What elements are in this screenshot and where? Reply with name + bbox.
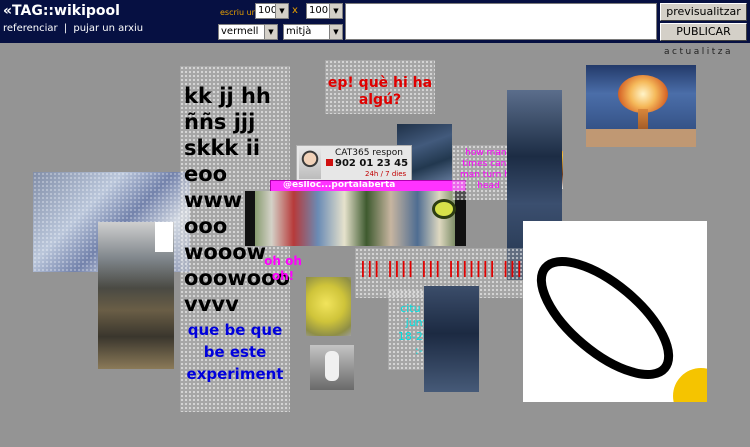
blue-words-line: experiment <box>186 365 284 383</box>
big-words-line: vvvv <box>184 292 239 316</box>
preview-button[interactable]: previsualitzar <box>660 3 747 21</box>
chevron-down-icon: ▼ <box>329 4 342 18</box>
chevron-down-icon: ▼ <box>264 25 277 39</box>
explosion-photo[interactable] <box>586 65 696 147</box>
ellipse-drawing[interactable] <box>523 221 707 402</box>
big-words-line: skkk ii <box>184 136 261 160</box>
magenta-oh-line-1: oh oh <box>264 254 302 268</box>
figure-shape <box>325 351 339 381</box>
ad-phone: 902 01 23 45 <box>335 158 409 169</box>
chevron-down-icon: ▼ <box>329 25 342 39</box>
blue-words-text: que be que be este experiment <box>180 319 290 385</box>
crowd-photo[interactable] <box>245 191 466 246</box>
magenta-oh-line-2: oh! <box>271 269 295 283</box>
film-edge <box>245 191 255 246</box>
red-text-line-1: ep! què hi ha <box>327 75 433 91</box>
photo-highlight <box>155 222 173 252</box>
explosion-ground <box>586 129 696 147</box>
ellipse-drawing-svg <box>536 257 707 402</box>
top-toolbar: «TAG::wikipool referenciar | pujar un ar… <box>0 0 750 43</box>
yellow-object-photo[interactable] <box>306 277 351 336</box>
dimension-x-label: x <box>292 5 298 16</box>
site-logo[interactable]: «TAG::wikipool <box>3 3 120 19</box>
publish-button[interactable]: PUBLICAR <box>660 23 747 41</box>
big-words-line: ññs jjj <box>184 110 256 134</box>
height-select-value: 100 <box>309 5 329 16</box>
red-text-post[interactable]: ep! què hi ha algú? <box>325 60 435 114</box>
nav-link-pujar-arxiu[interactable]: pujar un arxiu <box>73 23 143 34</box>
dark-photo-tile[interactable] <box>424 286 479 392</box>
color-select-value: vermell <box>221 26 259 37</box>
size-select-value: mitjà <box>286 26 312 37</box>
magenta-oh-post[interactable]: oh oh oh! <box>258 254 308 288</box>
height-select[interactable]: 100 ▼ <box>306 3 343 19</box>
size-select[interactable]: mitjà ▼ <box>283 24 343 40</box>
update-link[interactable]: actualitza <box>664 47 733 57</box>
operator-avatar <box>299 148 321 179</box>
blue-words-line: que be que <box>187 321 283 339</box>
text-input-area[interactable] <box>345 3 657 40</box>
chevron-down-icon: ▼ <box>275 4 288 18</box>
red-text-line-2: algú? <box>358 92 402 108</box>
blue-words-line: be este <box>203 343 267 361</box>
ad-hours: 24h / 7 dies <box>365 170 407 178</box>
color-select[interactable]: vermell ▼ <box>218 24 278 40</box>
banner-strip-text: @eslloc...portalaberta <box>283 180 396 190</box>
mask-shape <box>432 199 456 219</box>
fireball-shape <box>618 75 668 113</box>
red-square-icon <box>326 159 333 166</box>
width-select[interactable]: 100 ▼ <box>255 3 289 19</box>
figure-photo[interactable] <box>310 345 354 390</box>
nav-link-referenciar[interactable]: referenciar <box>3 23 58 34</box>
nav-links: referenciar | pujar un arxiu <box>3 23 143 34</box>
big-words-line: kk jj hh <box>184 84 271 108</box>
nav-separator: | <box>63 23 68 34</box>
ad-banner[interactable]: CAT365 respon 902 01 23 45 24h / 7 dies <box>296 145 412 181</box>
ad-title: CAT365 respon <box>335 148 403 158</box>
